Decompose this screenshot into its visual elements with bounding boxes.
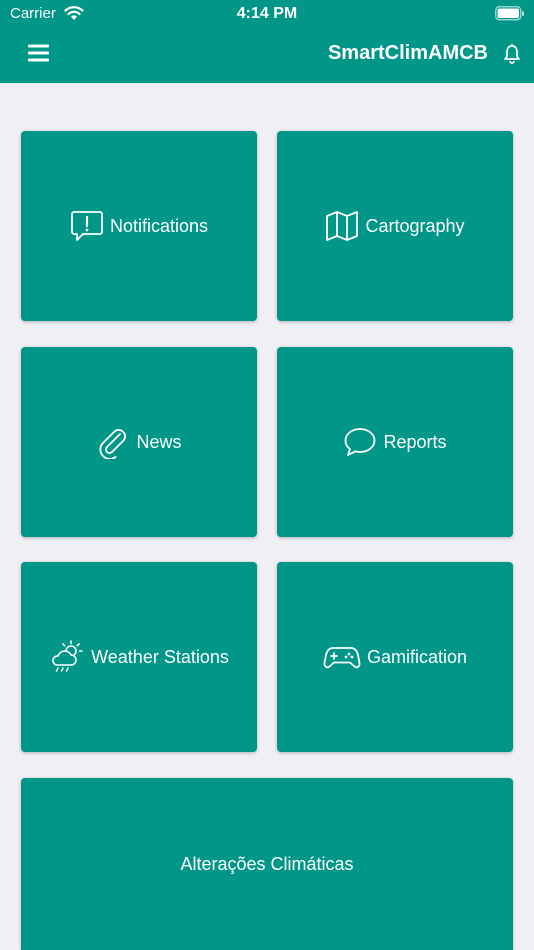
- news-tile[interactable]: News: [21, 347, 257, 537]
- tile-label: Cartography: [365, 215, 465, 236]
- app-title: SmartClimAMCB: [327, 42, 488, 64]
- tile-label: Alterações Climáticas: [180, 853, 354, 874]
- message-alert-icon: [71, 211, 103, 241]
- hamburger-menu-icon[interactable]: [28, 44, 49, 62]
- cartography-tile[interactable]: Cartography: [277, 131, 513, 321]
- tile-label: Reports: [383, 431, 447, 452]
- weather-stations-tile[interactable]: Weather Stations: [21, 562, 257, 752]
- tile-label: Gamification: [366, 646, 468, 667]
- notifications-tile[interactable]: Notifications: [21, 131, 257, 321]
- map-icon: [326, 211, 359, 241]
- status-bar: Carrier 4:14 PM: [0, 0, 534, 28]
- tile-label: Weather Stations: [91, 646, 229, 667]
- tile-label: News: [136, 431, 182, 452]
- nav-bar: SmartClimAMCB: [0, 28, 534, 83]
- paperclip-icon: [99, 429, 127, 459]
- reports-tile[interactable]: Reports: [277, 347, 513, 537]
- app-header: Carrier 4:14 PM SmartClimAMCB: [0, 0, 534, 83]
- weather-rain-sun-icon: [52, 640, 83, 672]
- climate-change-tile[interactable]: Alterações Climáticas: [21, 778, 513, 950]
- tile-label: Notifications: [109, 215, 209, 236]
- clock: 4:14 PM: [236, 5, 298, 22]
- bell-icon[interactable]: [503, 44, 521, 64]
- chat-bubble-icon: [345, 428, 376, 456]
- battery-icon: [495, 6, 524, 21]
- gamification-tile[interactable]: Gamification: [277, 562, 513, 752]
- gamepad-icon: [323, 647, 361, 669]
